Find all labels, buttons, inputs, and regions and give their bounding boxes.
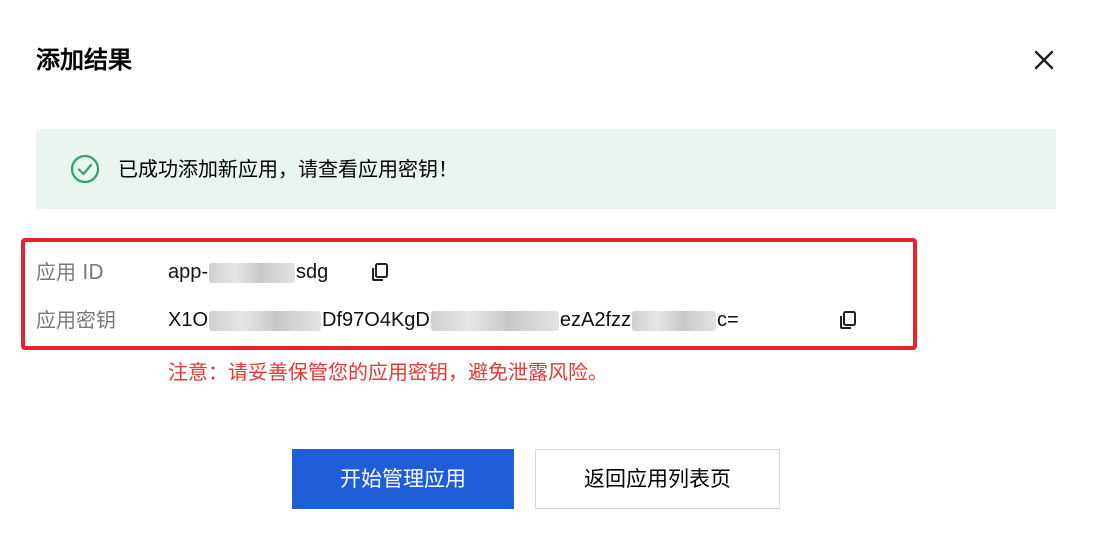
app-secret-part3: ezA2fzz: [559, 309, 632, 331]
redacted-blur: [209, 262, 296, 283]
close-button[interactable]: [1026, 42, 1062, 78]
success-alert: 已成功添加新应用，请查看应用密钥！: [36, 129, 1056, 209]
back-to-app-list-button[interactable]: 返回应用列表页: [535, 449, 780, 509]
close-icon[interactable]: [1026, 42, 1062, 78]
alert-message: 已成功添加新应用，请查看应用密钥！: [118, 157, 458, 181]
copy-icon[interactable]: [369, 261, 391, 283]
redacted-blur: [430, 310, 559, 331]
app-id-suffix: sdg: [296, 261, 329, 283]
app-secret-part1: X1O: [168, 309, 209, 331]
app-id-prefix: app-: [168, 261, 209, 283]
redacted-blur: [209, 310, 322, 331]
app-id-value: app-sdg: [168, 254, 328, 290]
check-circle-icon: [70, 154, 100, 184]
app-id-row: 应用 ID app-sdg: [36, 254, 436, 290]
app-id-label: 应用 ID: [36, 260, 104, 284]
app-secret-label: 应用密钥: [36, 308, 116, 332]
add-result-dialog: 添加结果 已成功添加新应用，请查看应用密钥！ 应用 ID app-sdg 应用密…: [0, 0, 1100, 546]
security-warning: 注意：请妥善保管您的应用密钥，避免泄露风险。: [168, 360, 608, 384]
redacted-blur: [632, 310, 717, 331]
app-secret-part2: Df97O4KgD: [322, 309, 430, 331]
app-secret-value: X1O Df97O4KgD ezA2fzz c=: [168, 302, 739, 338]
start-manage-app-button[interactable]: 开始管理应用: [292, 449, 514, 509]
app-secret-row: 应用密钥 X1O Df97O4KgD ezA2fzz c=: [36, 302, 896, 338]
dialog-title: 添加结果: [36, 46, 132, 74]
copy-icon[interactable]: [837, 309, 859, 331]
app-secret-part4: c=: [717, 309, 739, 331]
